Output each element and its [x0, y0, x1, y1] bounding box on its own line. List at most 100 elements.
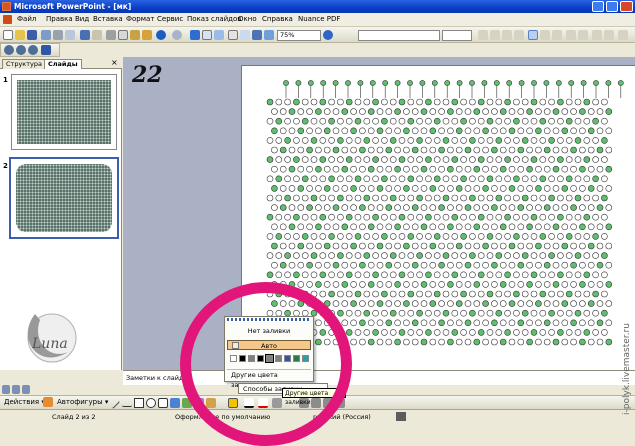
menu-slideshow[interactable]: Показ слайдов	[187, 15, 241, 23]
preview-icon[interactable]	[65, 30, 75, 40]
stop-icon[interactable]	[28, 45, 38, 55]
no-fill-option[interactable]: Нет заливки	[227, 326, 311, 336]
slideshow-icon[interactable]	[22, 385, 30, 394]
menu-insert[interactable]: Вставка	[93, 15, 123, 23]
arrow-style-icon[interactable]	[311, 398, 321, 408]
select-objects-icon[interactable]	[43, 397, 53, 407]
line-color-icon[interactable]	[244, 398, 254, 408]
show-formatting-icon[interactable]	[240, 30, 250, 40]
maximize-button[interactable]	[606, 1, 618, 12]
zoom-select[interactable]: 75%	[277, 30, 321, 41]
underline-icon[interactable]	[502, 30, 512, 40]
close-panel-icon[interactable]: ×	[111, 58, 118, 67]
bullets-icon[interactable]	[578, 30, 588, 40]
slide-sorter-icon[interactable]	[12, 385, 20, 394]
close-button[interactable]	[620, 1, 633, 12]
fill-color-icon[interactable]	[228, 398, 238, 408]
shadow-icon[interactable]	[514, 30, 524, 40]
expand-all-icon[interactable]	[228, 30, 238, 40]
back-icon[interactable]	[4, 45, 14, 55]
normal-view-icon[interactable]	[2, 385, 10, 394]
new-icon[interactable]	[3, 30, 13, 40]
color-swatch[interactable]	[293, 355, 300, 362]
cut-icon[interactable]	[106, 30, 116, 40]
redo-icon[interactable]	[172, 30, 182, 40]
slide-thumbnail-2[interactable]	[9, 157, 119, 239]
slide-thumbnail-1[interactable]	[11, 74, 117, 150]
menu-view[interactable]: Вид	[75, 15, 89, 23]
menu-file[interactable]: Файл	[17, 15, 36, 23]
italic-icon[interactable]	[490, 30, 500, 40]
color-swatch[interactable]	[239, 355, 246, 362]
menu-edit[interactable]: Правка	[46, 15, 73, 23]
diagram-icon[interactable]	[182, 398, 192, 408]
align-left-icon[interactable]	[528, 30, 538, 40]
spelling-status-icon[interactable]	[396, 412, 406, 421]
color-swatch[interactable]	[230, 355, 237, 362]
undo-icon[interactable]	[156, 30, 166, 40]
3d-style-icon[interactable]	[335, 398, 345, 408]
powerpoint-app-icon[interactable]	[2, 2, 11, 11]
refresh-icon[interactable]	[41, 45, 51, 55]
color-swatch[interactable]	[302, 355, 309, 362]
color-swatch[interactable]	[248, 355, 255, 362]
more-fill-colors-option[interactable]: Другие цвета заливки...	[227, 369, 311, 389]
font-select[interactable]	[358, 30, 440, 41]
save-icon[interactable]	[27, 30, 37, 40]
indent-icon[interactable]	[618, 30, 628, 40]
insert-chart-icon[interactable]	[190, 30, 200, 40]
menu-format[interactable]: Формат	[126, 15, 154, 23]
menu-nuance-pdf[interactable]: Nuance PDF	[298, 15, 340, 23]
document-icon[interactable]	[3, 15, 12, 24]
textbox-icon[interactable]	[158, 398, 168, 408]
increase-font-icon[interactable]	[592, 30, 602, 40]
menu-window[interactable]: Окно	[238, 15, 257, 23]
line-style-icon[interactable]	[272, 398, 282, 408]
rectangle-icon[interactable]	[134, 398, 144, 408]
menu-tools[interactable]: Сервис	[157, 15, 183, 23]
minimize-button[interactable]	[592, 1, 604, 12]
window-titlebar: Microsoft PowerPoint - [мк]	[0, 0, 635, 13]
decrease-font-icon[interactable]	[604, 30, 614, 40]
help-icon[interactable]	[323, 30, 333, 40]
font-size-select[interactable]	[442, 30, 472, 41]
color-swatch[interactable]	[284, 355, 291, 362]
align-right-icon[interactable]	[552, 30, 562, 40]
shadow-style-icon[interactable]	[323, 398, 333, 408]
picture-icon[interactable]	[206, 398, 216, 408]
wordart-icon[interactable]	[170, 398, 180, 408]
permission-icon[interactable]	[41, 30, 51, 40]
copy-icon[interactable]	[118, 30, 128, 40]
open-icon[interactable]	[15, 30, 25, 40]
paste-icon[interactable]	[130, 30, 140, 40]
tab-slides[interactable]: Слайды	[44, 59, 82, 69]
insert-table-icon[interactable]	[202, 30, 212, 40]
oval-icon[interactable]	[146, 398, 156, 408]
research-icon[interactable]	[92, 30, 102, 40]
color-grayscale-icon[interactable]	[264, 30, 274, 40]
bead-grid	[266, 80, 624, 346]
font-color-icon[interactable]	[258, 398, 268, 408]
notes-pane[interactable]: Заметки к слайду	[123, 370, 635, 385]
menu-help[interactable]: Справка	[262, 15, 293, 23]
color-swatch[interactable]	[265, 354, 274, 363]
arrow-icon[interactable]	[122, 397, 132, 407]
forward-icon[interactable]	[16, 45, 26, 55]
tables-borders-icon[interactable]	[214, 30, 224, 40]
tab-structure[interactable]: Структура	[2, 59, 46, 69]
align-center-icon[interactable]	[540, 30, 550, 40]
print-icon[interactable]	[53, 30, 63, 40]
autoshapes-menu[interactable]: Автофигуры ▾	[57, 398, 108, 406]
color-swatch[interactable]	[257, 355, 264, 362]
drag-handle[interactable]	[227, 318, 311, 321]
spelling-icon[interactable]	[80, 30, 90, 40]
color-swatch[interactable]	[275, 355, 282, 362]
actions-menu[interactable]: Действия ▾	[4, 398, 45, 406]
web-toolbar	[0, 43, 60, 57]
clipart-icon[interactable]	[194, 398, 204, 408]
auto-fill-option[interactable]: Авто	[227, 340, 311, 350]
format-painter-icon[interactable]	[142, 30, 152, 40]
grid-icon[interactable]	[252, 30, 262, 40]
bold-icon[interactable]	[478, 30, 488, 40]
numbering-icon[interactable]	[566, 30, 576, 40]
